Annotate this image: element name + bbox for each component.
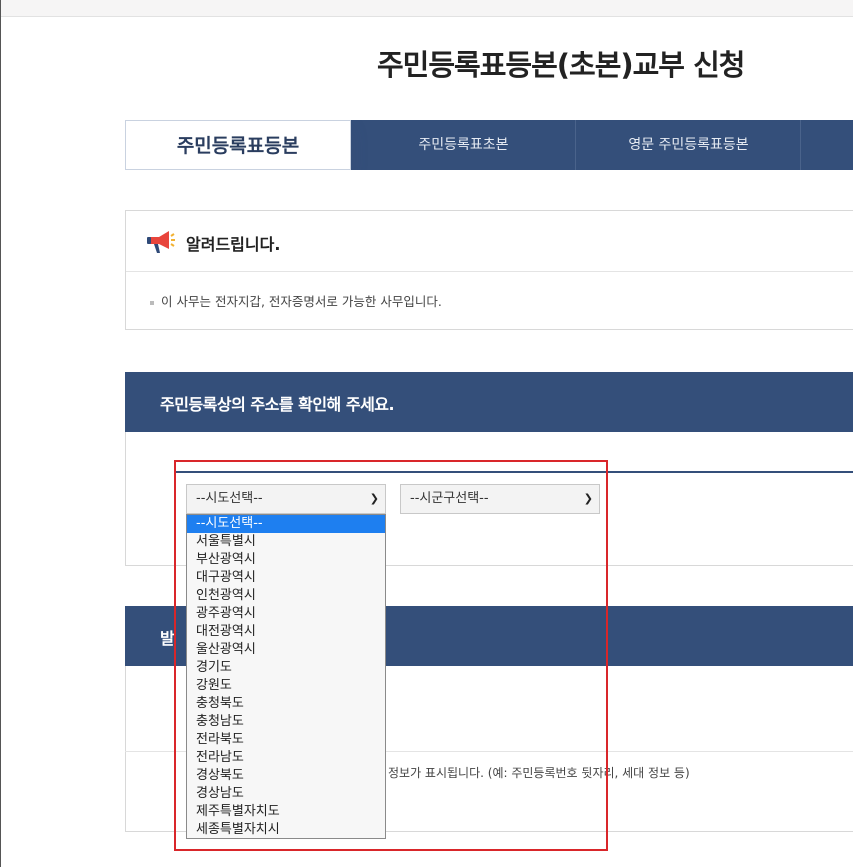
window-edge (0, 0, 1, 867)
notice-title: 알려드립니다. (186, 235, 281, 254)
tab-english-deungbon[interactable]: 영문 주민등록표등본 (575, 120, 801, 170)
address-section-title: 주민등록상의 주소를 확인해 주세요. (160, 395, 395, 414)
top-bar (1, 0, 853, 17)
notice-box: 알려드립니다. 이 사무는 전자지갑, 전자증명서로 가능한 사무입니다. (125, 210, 853, 330)
notice-header: 알려드립니다. (126, 211, 853, 272)
megaphone-icon (147, 231, 175, 253)
highlight-box (174, 460, 608, 851)
issue-section-title: 발 (160, 629, 175, 648)
address-section-header: 주민등록상의 주소를 확인해 주세요. (125, 372, 853, 432)
notice-text: 이 사무는 전자지갑, 전자증명서로 가능한 사무입니다. (150, 291, 442, 310)
tab-bar: 주민등록표초본 영문 주민등록표등본 영 주민등록표등본 (125, 120, 853, 170)
tab-chobon[interactable]: 주민등록표초본 (350, 120, 576, 170)
bullet-icon (150, 300, 154, 305)
tab-english-more[interactable]: 영 (800, 120, 853, 170)
page-title: 주민등록표등본(초본)교부 신청 (377, 48, 745, 82)
tab-deungbon[interactable]: 주민등록표등본 (125, 120, 351, 170)
